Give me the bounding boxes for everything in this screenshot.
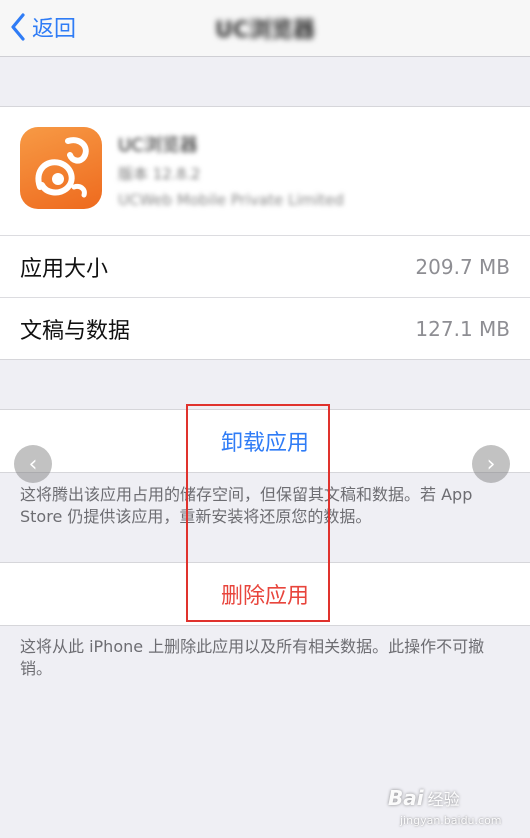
delete-app-note: 这将从此 iPhone 上删除此应用以及所有相关数据。此操作不可撤销。 <box>20 637 485 678</box>
app-name: UC浏览器 <box>118 135 198 156</box>
app-size-value: 209.7 MB <box>415 254 510 279</box>
page-title: UC浏览器 <box>214 18 315 43</box>
offload-app-label: 卸载应用 <box>220 431 309 456</box>
documents-data-value: 127.1 MB <box>415 316 510 341</box>
baidu-watermark: Bai 经验 <box>388 786 460 810</box>
documents-data-label: 文稿与数据 <box>20 318 131 344</box>
app-vendor: UCWeb Mobile Private Limited <box>118 191 344 209</box>
carousel-next-button[interactable]: › <box>472 445 510 483</box>
app-info-group: UC浏览器 版本 12.8.2 UCWeb Mobile Private Lim… <box>0 106 530 360</box>
watermark-brand: Bai <box>388 786 424 810</box>
app-size-row: 应用大小 209.7 MB <box>0 235 530 297</box>
documents-data-row: 文稿与数据 127.1 MB <box>0 297 530 359</box>
offload-app-button[interactable]: 卸载应用 <box>0 409 530 473</box>
watermark-suffix: 经验 <box>427 790 460 809</box>
delete-app-button[interactable]: 删除应用 <box>0 562 530 626</box>
offload-app-note: 这将腾出该应用占用的储存空间，但保留其文稿和数据。若 App Store 仍提供… <box>20 485 473 526</box>
navigation-bar: 返回 UC浏览器 <box>0 0 530 57</box>
watermark-url: jingyan.baidu.com <box>400 814 502 827</box>
uc-browser-squirrel-icon <box>20 127 102 209</box>
app-size-label: 应用大小 <box>20 256 109 282</box>
chevron-right-icon: › <box>486 451 496 477</box>
chevron-left-icon: ‹ <box>28 451 38 477</box>
carousel-prev-button[interactable]: ‹ <box>14 445 52 483</box>
app-version: 版本 12.8.2 <box>118 165 201 183</box>
delete-app-label: 删除应用 <box>220 584 309 609</box>
